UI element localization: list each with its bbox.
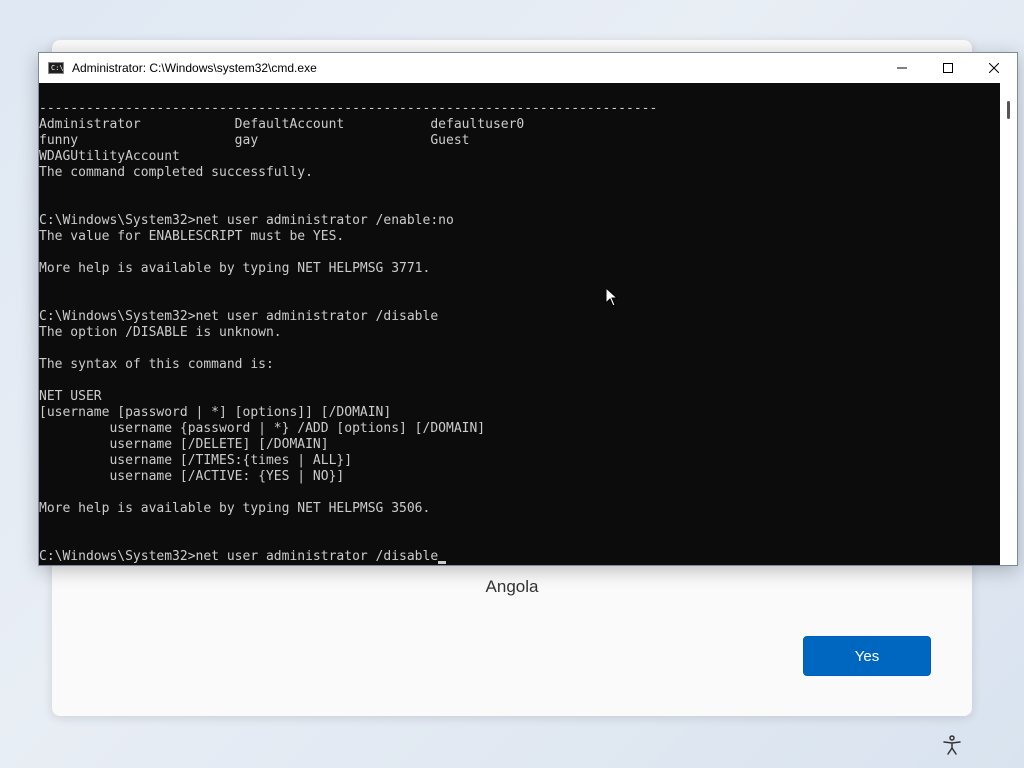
close-icon bbox=[989, 63, 999, 73]
console-line: The option /DISABLE is unknown. bbox=[39, 325, 282, 340]
console-output[interactable]: ----------------------------------------… bbox=[39, 83, 1000, 565]
mouse-pointer-icon bbox=[605, 287, 619, 307]
console-line: The command completed successfully. bbox=[39, 165, 313, 180]
console-line: username [/DELETE] [/DOMAIN] bbox=[39, 437, 329, 452]
maximize-button[interactable] bbox=[925, 53, 971, 83]
text-cursor bbox=[438, 561, 447, 564]
minimize-button[interactable] bbox=[879, 53, 925, 83]
console-line: username {password | *} /ADD [options] [… bbox=[39, 421, 486, 436]
console-line: More help is available by typing NET HEL… bbox=[39, 261, 431, 276]
close-button[interactable] bbox=[971, 53, 1017, 83]
window-title: Administrator: C:\Windows\system32\cmd.e… bbox=[72, 61, 317, 75]
console-line: NET USER bbox=[39, 389, 102, 404]
cmd-icon: C:\ bbox=[48, 62, 64, 74]
console-line: The value for ENABLESCRIPT must be YES. bbox=[39, 229, 345, 244]
console-line: funny gay Guest bbox=[39, 133, 470, 148]
console-line: username [/TIMES:{times | ALL}] bbox=[39, 453, 353, 468]
minimize-icon bbox=[897, 67, 907, 69]
scrollbar-thumb[interactable] bbox=[1007, 101, 1010, 119]
maximize-icon bbox=[943, 63, 953, 73]
console-line: Administrator DefaultAccount defaultuser… bbox=[39, 117, 525, 132]
console-line: C:\Windows\System32>net user administrat… bbox=[39, 549, 1000, 565]
region-selected-value[interactable]: Angola bbox=[52, 577, 972, 597]
cmd-window[interactable]: C:\ Administrator: C:\Windows\system32\c… bbox=[38, 52, 1018, 566]
console-line: [username [password | *] [options]] [/DO… bbox=[39, 405, 392, 420]
console-line: username [/ACTIVE: {YES | NO}] bbox=[39, 469, 345, 484]
cmd-titlebar[interactable]: C:\ Administrator: C:\Windows\system32\c… bbox=[39, 53, 1017, 83]
console-line: C:\Windows\System32>net user administrat… bbox=[39, 213, 454, 228]
console-prompt-text: C:\Windows\System32>net user administrat… bbox=[39, 549, 439, 564]
console-line: WDAGUtilityAccount bbox=[39, 149, 180, 164]
yes-button[interactable]: Yes bbox=[803, 636, 931, 676]
console-line: The syntax of this command is: bbox=[39, 357, 274, 372]
console-line: C:\Windows\System32>net user administrat… bbox=[39, 309, 439, 324]
accessibility-icon[interactable] bbox=[940, 733, 964, 757]
console-line: More help is available by typing NET HEL… bbox=[39, 501, 431, 516]
console-scrollbar[interactable] bbox=[1000, 83, 1017, 565]
console-line: ----------------------------------------… bbox=[39, 101, 658, 116]
